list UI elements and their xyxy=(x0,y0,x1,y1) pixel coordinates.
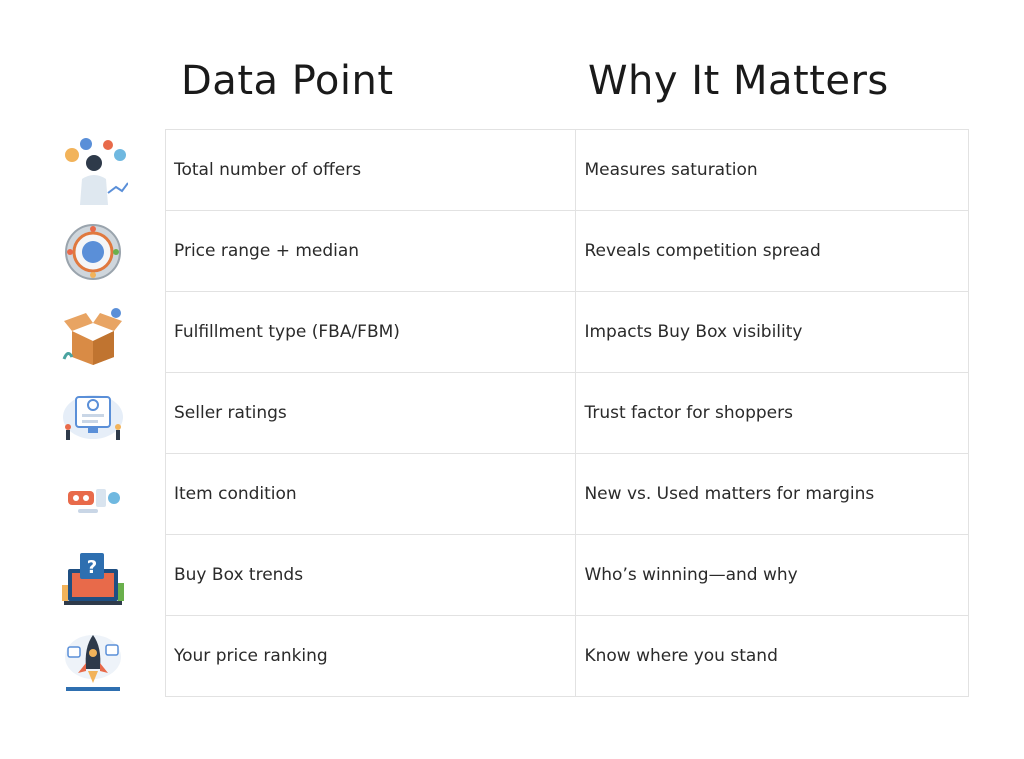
why-it-matters-cell: Reveals competition spread xyxy=(575,210,969,292)
data-point-cell: Price range + median xyxy=(164,210,577,292)
buy-box-question-icon: ? xyxy=(58,545,128,615)
price-wheel-icon xyxy=(58,217,128,287)
why-it-matters-cell: Impacts Buy Box visibility xyxy=(575,291,969,373)
table-row: Fulfillment type (FBA/FBM) Impacts Buy B… xyxy=(164,291,969,373)
data-point-cell: Your price ranking xyxy=(164,615,577,697)
why-it-matters-cell: Who’s winning—and why xyxy=(575,534,969,616)
table-row: Price range + median Reveals competition… xyxy=(164,210,969,292)
table-row: Your price ranking Know where you stand xyxy=(164,615,969,697)
table-row: Seller ratings Trust factor for shoppers xyxy=(164,372,969,454)
data-points-table: Total number of offers Measures saturati… xyxy=(164,129,969,697)
table-row: Buy Box trends Who’s winning—and why xyxy=(164,534,969,616)
open-box-icon xyxy=(58,299,128,369)
data-point-cell: Buy Box trends xyxy=(164,534,577,616)
why-it-matters-heading: Why It Matters xyxy=(588,58,889,104)
rocket-ranking-icon xyxy=(58,627,128,697)
data-point-cell: Item condition xyxy=(164,453,577,535)
why-it-matters-cell: Know where you stand xyxy=(575,615,969,697)
table-row: Total number of offers Measures saturati… xyxy=(164,129,969,211)
why-it-matters-cell: New vs. Used matters for margins xyxy=(575,453,969,535)
data-point-cell: Seller ratings xyxy=(164,372,577,454)
item-condition-icon xyxy=(58,463,128,533)
why-it-matters-cell: Measures saturation xyxy=(575,129,969,211)
data-point-heading: Data Point xyxy=(181,58,394,104)
rating-monitor-icon xyxy=(58,381,128,451)
svg-text:?: ? xyxy=(87,557,97,578)
why-it-matters-cell: Trust factor for shoppers xyxy=(575,372,969,454)
data-point-cell: Total number of offers xyxy=(164,129,577,211)
data-point-cell: Fulfillment type (FBA/FBM) xyxy=(164,291,577,373)
table-row: Item condition New vs. Used matters for … xyxy=(164,453,969,535)
analyst-person-icon xyxy=(58,135,128,205)
